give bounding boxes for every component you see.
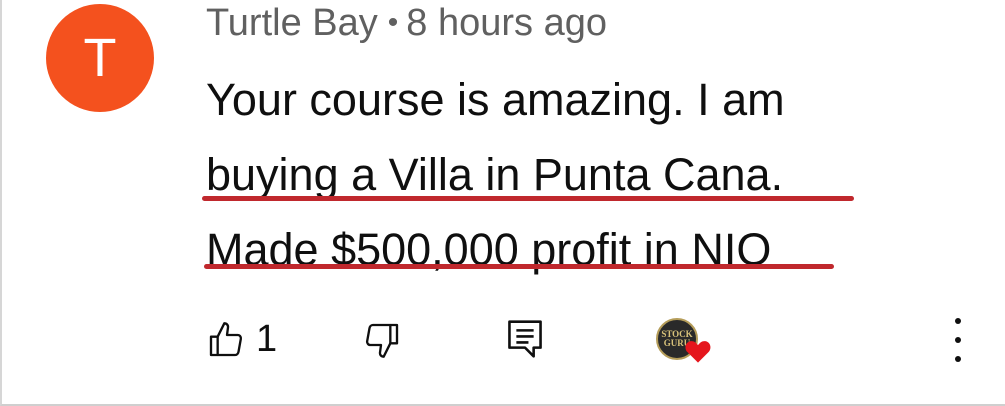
meta-separator: • bbox=[387, 6, 399, 39]
comment-text: Your course is amazing. I am buying a Vi… bbox=[206, 62, 906, 287]
more-vertical-icon bbox=[955, 356, 961, 362]
comment-time[interactable]: 8 hours ago bbox=[406, 2, 607, 44]
dislike-button[interactable] bbox=[362, 320, 402, 360]
creator-heart-icon bbox=[685, 341, 711, 363]
red-underline-2 bbox=[204, 264, 834, 269]
avatar-letter: T bbox=[83, 28, 117, 88]
comment-actions: 1 STOCK GURU bbox=[2, 300, 1005, 380]
reply-comment-icon bbox=[508, 320, 542, 358]
reply-button[interactable] bbox=[506, 318, 544, 360]
like-count: 1 bbox=[256, 318, 278, 360]
author-name[interactable]: Turtle Bay bbox=[206, 2, 378, 44]
thumbs-up-icon bbox=[209, 321, 243, 356]
comment-meta: Turtle Bay • 8 hours ago bbox=[206, 2, 607, 45]
red-underline-1 bbox=[202, 196, 854, 201]
thumbs-down-icon bbox=[365, 323, 399, 358]
more-actions-button[interactable] bbox=[946, 318, 970, 362]
comment-line-3: Made $500,000 profit in NIO bbox=[206, 224, 772, 275]
comment-line-1: Your course is amazing. I am bbox=[206, 74, 785, 125]
more-vertical-icon bbox=[955, 318, 961, 324]
comment-card: T Turtle Bay • 8 hours ago Your course is … bbox=[0, 0, 1005, 406]
more-vertical-icon bbox=[955, 337, 961, 343]
like-button[interactable]: 1 bbox=[206, 318, 277, 361]
creator-heart-badge: STOCK GURU bbox=[656, 318, 716, 368]
author-avatar[interactable]: T bbox=[46, 4, 154, 112]
